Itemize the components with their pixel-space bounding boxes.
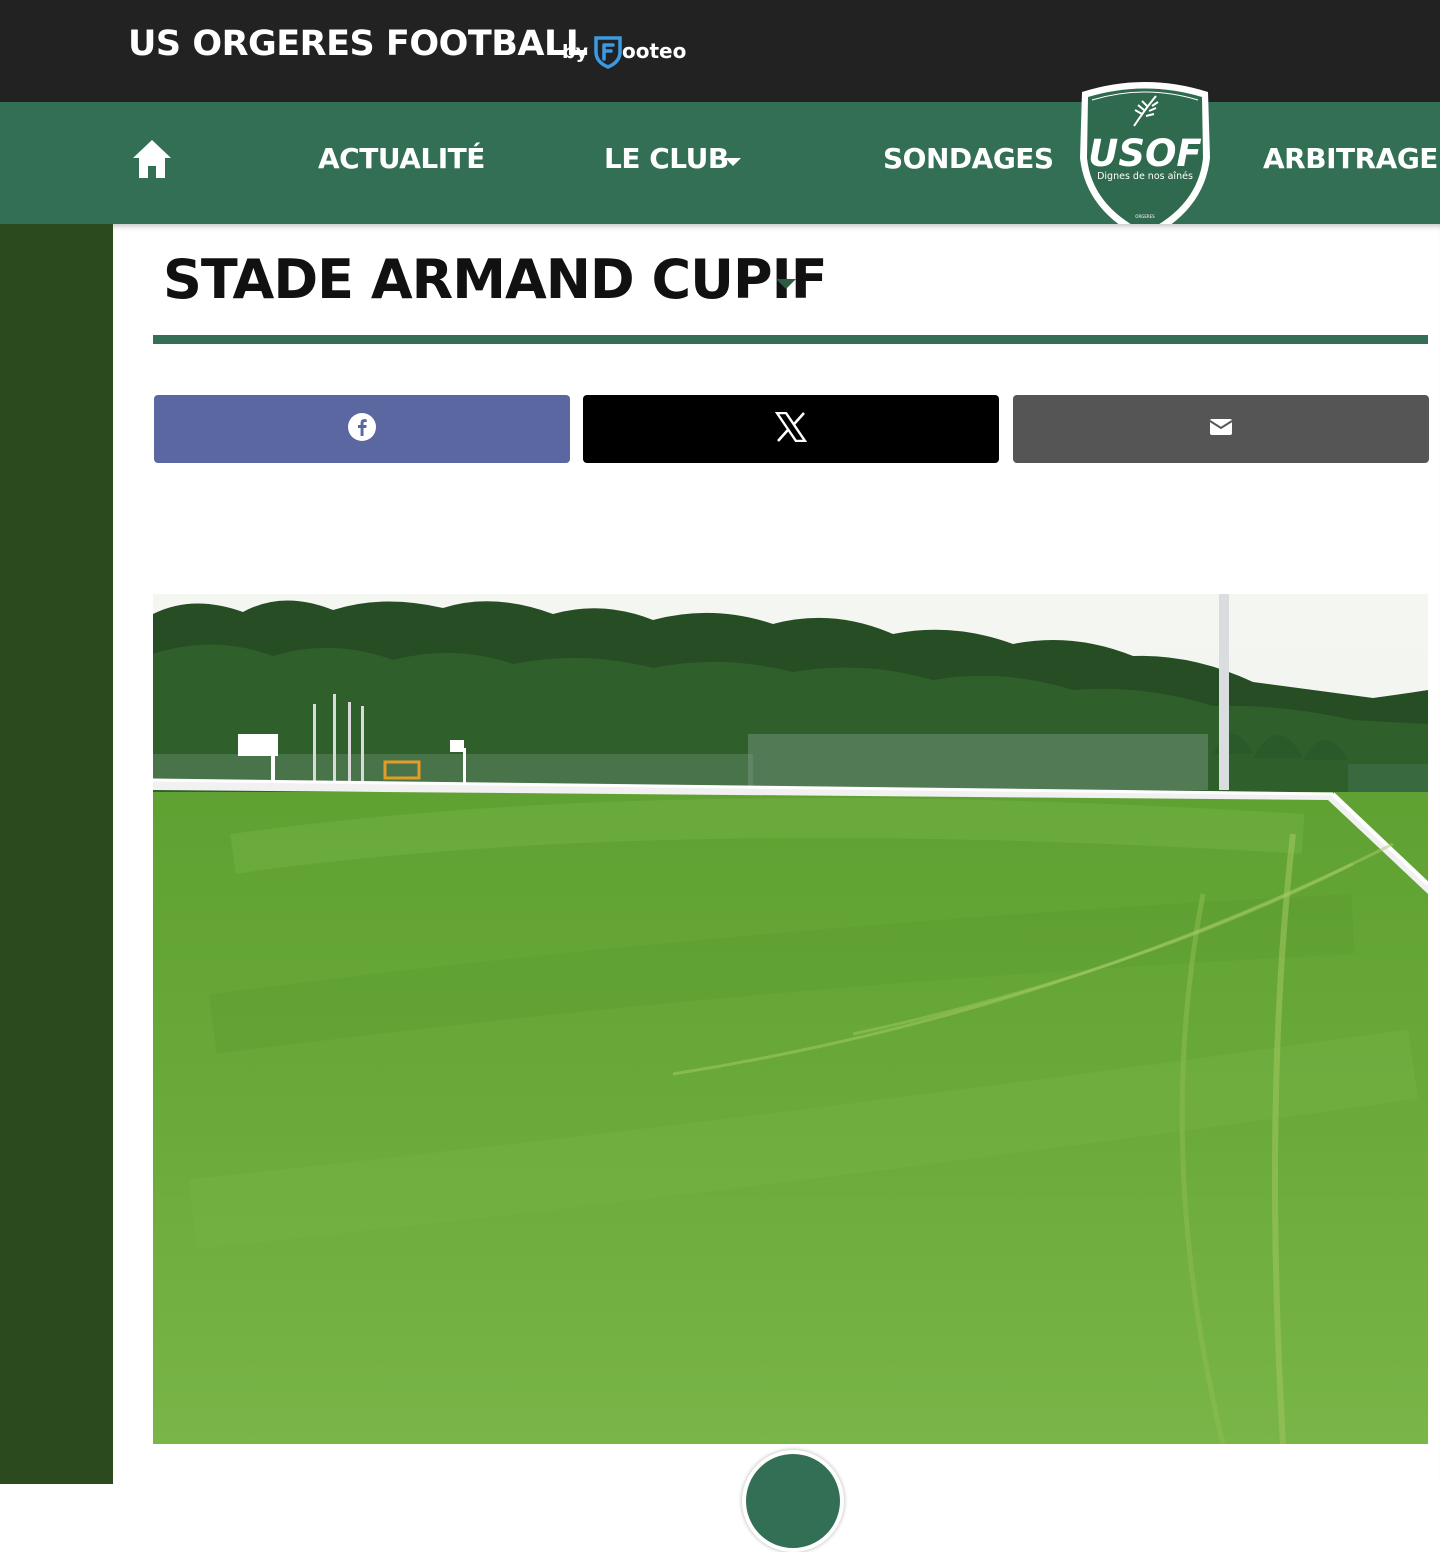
chevron-down-icon[interactable] [776,279,796,289]
main-navigation: ACTUALITÉ LE CLUB SONDAGES ARBITRAGE ET [0,102,1440,224]
logo-initials: USOF [1088,132,1201,175]
chevron-down-icon[interactable] [725,158,741,166]
x-icon [774,411,808,446]
footeo-shield-icon[interactable] [594,35,622,73]
footeo-brand-name[interactable]: ooteo [622,39,686,63]
site-title[interactable]: US ORGERES FOOTBALL [128,24,588,64]
left-decor-stripe [0,224,113,1484]
nav-item-arbitrage[interactable]: ARBITRAGE ET [1263,142,1440,175]
club-logo[interactable]: USOF Dignes de nos aînés ORGERES [1072,78,1218,248]
share-x-button[interactable] [583,395,999,463]
logo-small-text: ORGERES [1135,214,1155,219]
mail-icon [1209,418,1233,440]
nav-item-le-club[interactable]: LE CLUB [604,142,729,175]
gallery-badge[interactable] [742,1450,844,1552]
nav-item-actualite[interactable]: ACTUALITÉ [318,142,485,175]
title-divider [153,335,1428,344]
logo-motto: Dignes de nos aînés [1097,171,1193,182]
by-label: by [562,41,588,63]
home-icon[interactable] [131,138,173,184]
facebook-icon [347,412,377,446]
top-header-bar: US ORGERES FOOTBALL by ooteo [0,0,1440,102]
stadium-photo[interactable] [153,594,1428,1444]
nav-item-sondages[interactable]: SONDAGES [883,142,1054,175]
share-facebook-button[interactable] [154,395,570,463]
page-title: STADE ARMAND CUPIF [163,248,828,311]
share-email-button[interactable] [1013,395,1429,463]
